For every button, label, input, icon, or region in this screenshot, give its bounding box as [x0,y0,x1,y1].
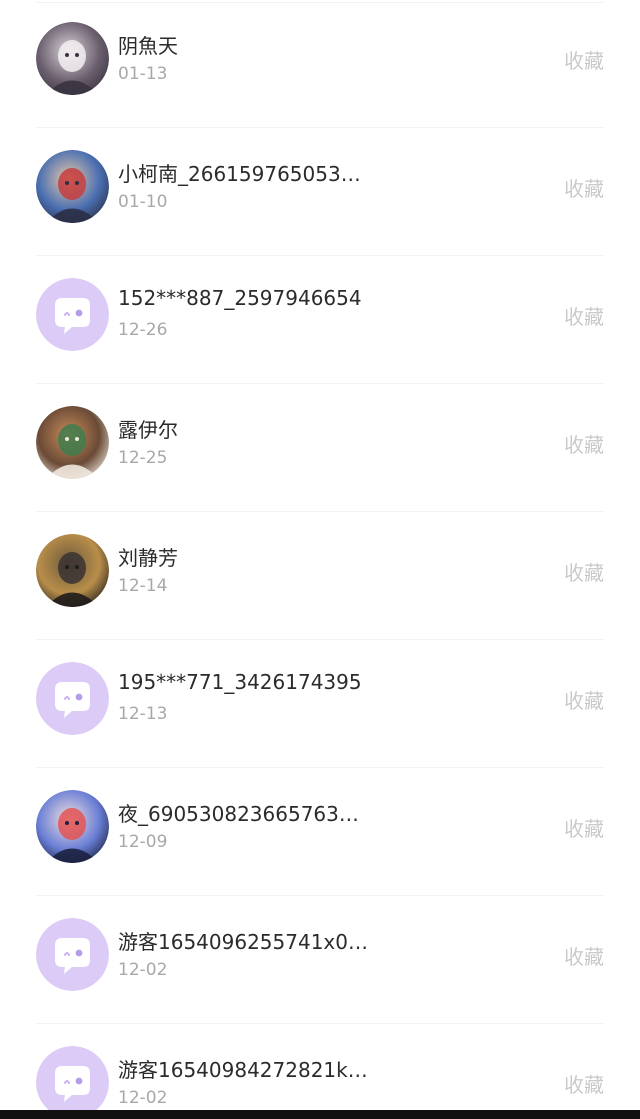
contact-date: 12-14 [118,576,168,596]
contact-date: 12-09 [118,832,168,852]
favorite-button[interactable]: 收藏 [564,557,604,586]
favorite-button[interactable]: 收藏 [564,173,604,202]
avatar[interactable] [36,534,109,607]
bottom-edge-bar [0,1110,640,1119]
contact-name: 刘静芳 [118,546,178,570]
contact-date: 12-02 [118,1088,168,1108]
avatar[interactable] [36,406,109,479]
contact-list-item[interactable]: 195***771_3426174395 12-13 收藏 [0,640,640,768]
contact-list: 阴魚天 01-13 收藏 小柯南_2661597650539… 01-10 收藏 152… [0,0,640,1119]
contact-list-item[interactable]: 游客16540984272821k… 12-02 收藏 [0,1024,640,1119]
contact-name: 152***887_2597946654 [118,286,362,310]
contact-date: 12-13 [118,704,168,724]
contact-date: 12-02 [118,960,168,980]
contact-list-item[interactable]: 小柯南_2661597650539… 01-10 收藏 [0,128,640,256]
contact-list-page: 阴魚天 01-13 收藏 小柯南_2661597650539… 01-10 收藏 152… [0,0,640,1119]
favorite-button[interactable]: 收藏 [564,685,604,714]
contact-list-item[interactable]: 刘静芳 12-14 收藏 [0,512,640,640]
contact-name: 游客16540984272821k… [118,1058,368,1082]
favorite-button[interactable]: 收藏 [564,813,604,842]
contact-list-item[interactable]: 夜_6905308236657637… 12-09 收藏 [0,768,640,896]
contact-name: 游客1654096255741x0a4 [118,930,368,954]
contact-list-item[interactable]: 阴魚天 01-13 收藏 [0,0,640,128]
favorite-button[interactable]: 收藏 [564,429,604,458]
contact-date: 12-26 [118,320,168,340]
contact-name: 夜_6905308236657637… [118,802,368,826]
favorite-button[interactable]: 收藏 [564,1069,604,1098]
contact-list-item[interactable]: 游客1654096255741x0a4 12-02 收藏 [0,896,640,1024]
contact-name: 阴魚天 [118,34,178,58]
avatar[interactable] [36,150,109,223]
favorite-button[interactable]: 收藏 [564,941,604,970]
default-avatar-chat-bubble-icon[interactable] [36,662,109,735]
default-avatar-chat-bubble-icon[interactable] [36,918,109,991]
contact-name: 小柯南_2661597650539… [118,162,368,186]
contact-name: 195***771_3426174395 [118,670,362,694]
contact-name: 露伊尔 [118,418,178,442]
avatar[interactable] [36,22,109,95]
avatar[interactable] [36,790,109,863]
default-avatar-chat-bubble-icon[interactable] [36,1046,109,1119]
contact-list-item[interactable]: 露伊尔 12-25 收藏 [0,384,640,512]
contact-list-item[interactable]: 152***887_2597946654 12-26 收藏 [0,256,640,384]
favorite-button[interactable]: 收藏 [564,45,604,74]
default-avatar-chat-bubble-icon[interactable] [36,278,109,351]
favorite-button[interactable]: 收藏 [564,301,604,330]
contact-date: 01-13 [118,64,168,84]
contact-date: 12-25 [118,448,168,468]
contact-date: 01-10 [118,192,168,212]
